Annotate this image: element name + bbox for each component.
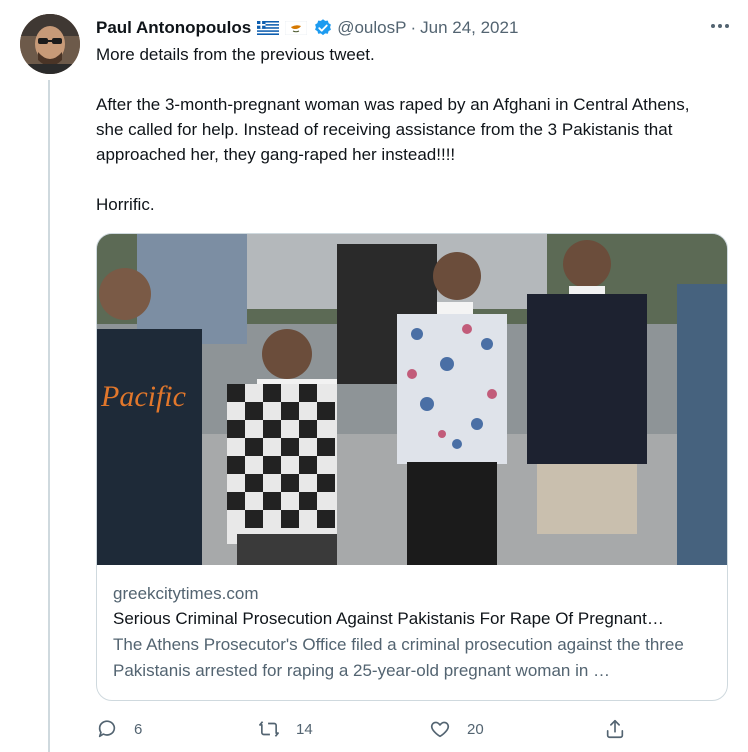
link-preview-photo: Pacific <box>97 234 727 565</box>
reply-button[interactable]: 6 <box>96 712 142 746</box>
link-domain: greekcitytimes.com <box>113 584 259 603</box>
svg-text:Pacific: Pacific <box>100 380 186 413</box>
tweet-actions: 6 14 20 <box>96 712 736 746</box>
reply-count: 6 <box>134 720 143 738</box>
retweet-icon <box>259 721 279 737</box>
greece-flag-icon <box>257 21 280 35</box>
link-preview-card[interactable]: Pacific greekcitytimes.com Serious Crimi… <box>96 233 728 701</box>
more-horizontal-icon <box>711 24 729 28</box>
like-button[interactable]: 20 <box>429 712 484 746</box>
like-count: 20 <box>467 720 484 738</box>
link-preview-meta: greekcitytimes.com Serious Criminal Pros… <box>113 582 711 684</box>
author-name[interactable]: Paul Antonopoulos <box>96 18 251 38</box>
more-options-button[interactable] <box>706 12 734 40</box>
link-description: The Athens Prosecutor's Office filed a c… <box>113 635 684 680</box>
cyprus-flag-icon <box>285 21 308 35</box>
header-separator: · <box>410 18 417 37</box>
share-icon <box>606 719 624 739</box>
avatar[interactable] <box>20 14 80 74</box>
link-title: Serious Criminal Prosecution Against Pak… <box>113 609 664 628</box>
share-button[interactable] <box>604 712 626 746</box>
author-handle[interactable]: @oulosP <box>337 18 406 38</box>
tweet-header: Paul Antonopoulos @oulosP · Jun 24, 2021 <box>96 16 728 40</box>
thread-connector-line <box>48 80 50 752</box>
tweet-text-line: More details from the previous tweet. <box>96 45 375 64</box>
avatar-image <box>20 14 80 74</box>
reply-icon <box>98 720 116 738</box>
tweet-text-line: After the 3-month-pregnant woman was rap… <box>96 95 690 164</box>
tweet-text-line: Horrific. <box>96 195 155 214</box>
retweet-button[interactable]: 14 <box>258 712 313 746</box>
tweet-date[interactable]: Jun 24, 2021 <box>420 18 518 38</box>
retweet-count: 14 <box>296 720 313 738</box>
verified-badge-icon <box>315 19 332 36</box>
tweet-text: More details from the previous tweet. Af… <box>96 42 716 217</box>
heart-icon <box>430 721 450 738</box>
